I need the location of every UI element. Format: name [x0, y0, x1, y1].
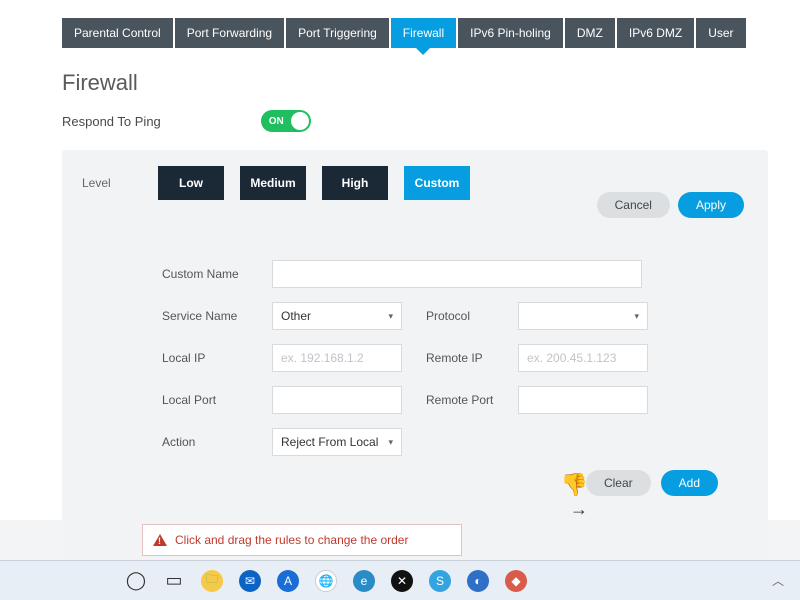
action-value: Reject From Local	[281, 435, 378, 449]
warning-icon	[153, 534, 167, 546]
protocol-label: Protocol	[426, 309, 518, 323]
remote-ip-label: Remote IP	[426, 351, 518, 365]
windows-taskbar: ◯ ▭ 🗀 ✉ A 🌐 e ✕ S ◐ ◆ ︿	[0, 560, 800, 600]
level-label: Level	[82, 176, 142, 190]
chrome-icon[interactable]: 🌐	[310, 565, 342, 597]
custom-name-label: Custom Name	[162, 267, 272, 281]
tab-parental-control[interactable]: Parental Control	[62, 18, 173, 48]
app-icon-a[interactable]: A	[272, 565, 304, 597]
level-low-button[interactable]: Low	[158, 166, 224, 200]
file-explorer-icon[interactable]: 🗀	[196, 565, 228, 597]
level-custom-button[interactable]: Custom	[404, 166, 470, 200]
level-medium-button[interactable]: Medium	[240, 166, 306, 200]
local-port-label: Local Port	[162, 393, 272, 407]
local-ip-label: Local IP	[162, 351, 272, 365]
add-button[interactable]: Add	[661, 470, 718, 496]
chevron-down-icon: ▾	[634, 311, 639, 322]
apply-button[interactable]: Apply	[678, 192, 744, 218]
firewall-level-panel: Level Low Medium High Custom Cancel Appl…	[62, 150, 768, 586]
local-ip-input[interactable]	[272, 344, 402, 372]
app-icon-b[interactable]: ◐	[462, 565, 494, 597]
tab-ipv6-dmz[interactable]: IPv6 DMZ	[617, 18, 694, 48]
action-select[interactable]: Reject From Local ▾	[272, 428, 402, 456]
chevron-down-icon: ▾	[388, 437, 393, 448]
xbox-icon[interactable]: ✕	[386, 565, 418, 597]
clear-button[interactable]: Clear	[586, 470, 651, 496]
tab-firewall[interactable]: Firewall	[391, 18, 456, 48]
edge-icon[interactable]: e	[348, 565, 380, 597]
app-icon-c[interactable]: ◆	[500, 565, 532, 597]
task-view-icon[interactable]: ▭	[158, 565, 190, 597]
service-name-value: Other	[281, 309, 311, 323]
tab-port-triggering[interactable]: Port Triggering	[286, 18, 389, 48]
reorder-hint-text: Click and drag the rules to change the o…	[175, 533, 408, 547]
custom-name-input[interactable]	[272, 260, 642, 288]
arrow-right-icon: →	[570, 499, 588, 520]
tray-chevron-icon[interactable]: ︿	[772, 572, 784, 589]
cortana-icon[interactable]: ◯	[120, 565, 152, 597]
action-label: Action	[162, 435, 272, 449]
tab-ipv6-pinholing[interactable]: IPv6 Pin-holing	[458, 18, 563, 48]
skype-icon[interactable]: S	[424, 565, 456, 597]
tab-port-forwarding[interactable]: Port Forwarding	[175, 18, 284, 48]
remote-ip-input[interactable]	[518, 344, 648, 372]
reorder-hint-bar: Click and drag the rules to change the o…	[142, 524, 462, 556]
level-high-button[interactable]: High	[322, 166, 388, 200]
respond-ping-label: Respond To Ping	[62, 114, 161, 129]
respond-ping-toggle[interactable]: ON	[261, 110, 311, 132]
custom-rule-form: Custom Name Service Name Other ▾ Protoco…	[162, 260, 748, 496]
remote-port-label: Remote Port	[426, 393, 518, 407]
chevron-down-icon: ▾	[388, 311, 393, 322]
tab-user[interactable]: User	[696, 18, 745, 48]
service-name-label: Service Name	[162, 309, 272, 323]
page-title: Firewall	[62, 70, 768, 96]
nav-tabs: Parental Control Port Forwarding Port Tr…	[62, 18, 768, 48]
service-name-select[interactable]: Other ▾	[272, 302, 402, 330]
local-port-input[interactable]	[272, 386, 402, 414]
protocol-select[interactable]: ▾	[518, 302, 648, 330]
thumbs-down-icon: 👎	[561, 472, 588, 498]
mail-icon[interactable]: ✉	[234, 565, 266, 597]
tab-dmz[interactable]: DMZ	[565, 18, 615, 48]
remote-port-input[interactable]	[518, 386, 648, 414]
cancel-button[interactable]: Cancel	[597, 192, 670, 218]
